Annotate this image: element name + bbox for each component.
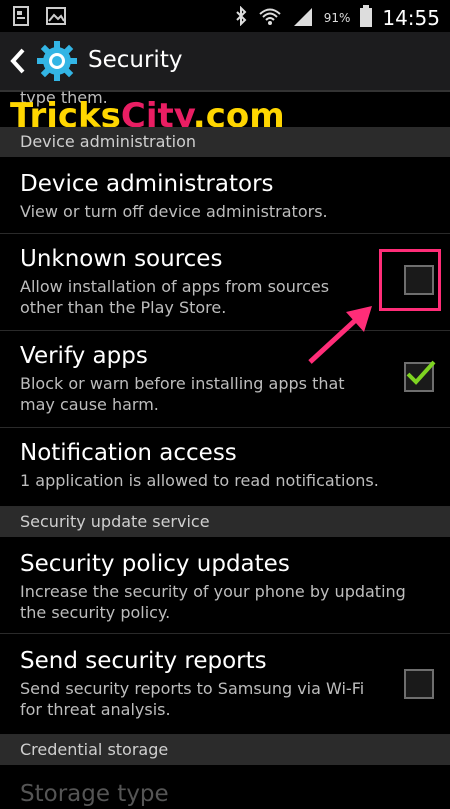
bluetooth-icon: [234, 5, 248, 30]
send-security-reports-checkbox[interactable]: [404, 669, 434, 699]
setting-summary: 1 application is allowed to read notific…: [20, 471, 379, 490]
setting-summary: View or turn off device administrators.: [20, 202, 328, 221]
back-chevron-icon[interactable]: [8, 47, 28, 79]
section-header-security-update-service: Security update service: [0, 507, 450, 537]
setting-title: Storage type: [20, 781, 169, 807]
setting-send-security-reports[interactable]: Send security reports Send security repo…: [0, 634, 450, 735]
setting-summary: Block or warn before installing apps tha…: [20, 374, 345, 414]
gallery-icon: [46, 6, 66, 30]
settings-gear-icon[interactable]: [36, 40, 78, 86]
highlight-box: [379, 249, 441, 311]
notification-icon: [12, 6, 32, 30]
setting-title: Device administrators: [20, 171, 274, 197]
setting-verify-apps[interactable]: Verify apps Block or warn before install…: [0, 331, 450, 428]
clock: 14:55: [382, 6, 440, 30]
status-bar: 91% 14:55: [0, 0, 450, 32]
verify-apps-checkbox[interactable]: [404, 360, 436, 392]
setting-summary: Increase the security of your phone by u…: [20, 582, 406, 622]
action-bar: Security: [0, 32, 450, 92]
pointer-arrow-icon: [300, 300, 380, 374]
checkmark-icon: [406, 360, 436, 385]
wifi-icon: [258, 6, 282, 30]
signal-icon: [292, 6, 314, 30]
setting-summary: Send security reports to Samsung via Wi-…: [20, 679, 365, 719]
setting-device-administrators[interactable]: Device administrators View or turn off d…: [0, 157, 450, 234]
setting-security-policy-updates[interactable]: Security policy updates Increase the sec…: [0, 537, 450, 634]
section-header-credential-storage: Credential storage: [0, 735, 450, 765]
status-right: 91% 14:55: [234, 5, 440, 31]
section-header-device-administration: Device administration: [0, 127, 450, 157]
page-title: Security: [88, 47, 183, 73]
setting-notification-access[interactable]: Notification access 1 application is all…: [0, 428, 450, 507]
setting-title: Send security reports: [20, 648, 267, 674]
battery-percent: 91%: [323, 11, 351, 25]
setting-title: Notification access: [20, 440, 237, 466]
setting-title: Security policy updates: [20, 551, 290, 577]
status-left-icons: [12, 6, 66, 30]
battery-icon: [360, 5, 373, 31]
setting-storage-type[interactable]: Storage type: [0, 765, 450, 807]
setting-title: Verify apps: [20, 343, 148, 369]
